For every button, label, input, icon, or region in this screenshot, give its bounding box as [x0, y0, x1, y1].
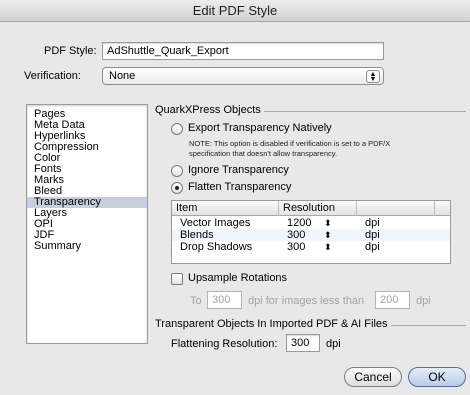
flattening-resolution-field[interactable]: 300	[286, 334, 320, 352]
table-row[interactable]: Drop Shadows 300 ⬍ dpi	[172, 241, 450, 253]
row-unit: dpi	[365, 241, 380, 253]
column-header-blank	[357, 201, 435, 216]
row-item: Blends	[180, 229, 214, 241]
stepper-icon[interactable]: ⬍	[324, 241, 332, 253]
ignore-transparency-label: Ignore Transparency	[188, 164, 289, 176]
stepper-icon[interactable]: ⬍	[324, 217, 332, 229]
row-unit: dpi	[365, 217, 380, 229]
note-line2: specification that doesn't allow transpa…	[189, 149, 338, 158]
row-unit: dpi	[365, 229, 380, 241]
upsample-to-field[interactable]: 300	[207, 291, 242, 309]
flattening-resolution-label: Flattening Resolution:	[171, 338, 278, 350]
resolution-table[interactable]: Item Resolution Vector Images 1200 ⬍ dpi…	[171, 200, 451, 264]
verification-label: Verification:	[24, 70, 81, 82]
imported-objects-title: Transparent Objects In Imported PDF & AI…	[155, 318, 391, 330]
list-item-summary[interactable]: Summary	[27, 241, 147, 252]
stepper-icon[interactable]: ⬍	[324, 229, 332, 241]
row-resolution[interactable]: 1200	[287, 217, 311, 229]
column-header-resolution[interactable]: Resolution	[279, 201, 357, 216]
window-title: Edit PDF Style	[0, 0, 470, 22]
verification-popup[interactable]: None ▲ ▼	[102, 67, 384, 85]
export-natively-label: Export Transparency Natively	[188, 122, 332, 134]
note-line1: NOTE: This option is disabled if verific…	[189, 139, 391, 148]
upsample-rotations-checkbox[interactable]	[171, 273, 183, 285]
pdf-style-field[interactable]: AdShuttle_Quark_Export	[102, 42, 384, 60]
export-natively-radio[interactable]	[171, 123, 183, 135]
ignore-transparency-radio[interactable]	[171, 165, 183, 177]
flatten-transparency-label: Flatten Transparency	[188, 181, 292, 193]
row-item: Vector Images	[180, 217, 251, 229]
upsample-to-label: To	[190, 295, 202, 307]
cancel-button[interactable]: Cancel	[344, 367, 402, 387]
table-row[interactable]: Blends 300 ⬍ dpi	[172, 229, 450, 241]
quark-objects-title: QuarkXPress Objects	[155, 104, 264, 116]
row-item: Drop Shadows	[180, 241, 253, 253]
upsample-mid-text: dpi for images less than	[248, 295, 365, 307]
verification-value: None	[109, 70, 136, 82]
row-resolution[interactable]: 300	[287, 229, 305, 241]
upsample-rotations-label: Upsample Rotations	[188, 272, 288, 284]
flatten-transparency-radio[interactable]	[171, 182, 183, 194]
upsample-less-than-field[interactable]: 200	[375, 291, 410, 309]
category-list[interactable]: Pages Meta Data Hyperlinks Compression C…	[26, 104, 148, 344]
popup-arrows-icon: ▲ ▼	[366, 70, 380, 83]
pdf-style-label: PDF Style:	[44, 45, 97, 57]
table-row[interactable]: Vector Images 1200 ⬍ dpi	[172, 217, 450, 229]
upsample-unit: dpi	[416, 295, 431, 307]
column-header-item[interactable]: Item	[172, 201, 279, 216]
row-resolution[interactable]: 300	[287, 241, 305, 253]
table-header: Item Resolution	[172, 201, 450, 216]
flattening-resolution-unit: dpi	[326, 338, 341, 350]
ok-button[interactable]: OK	[408, 367, 466, 387]
